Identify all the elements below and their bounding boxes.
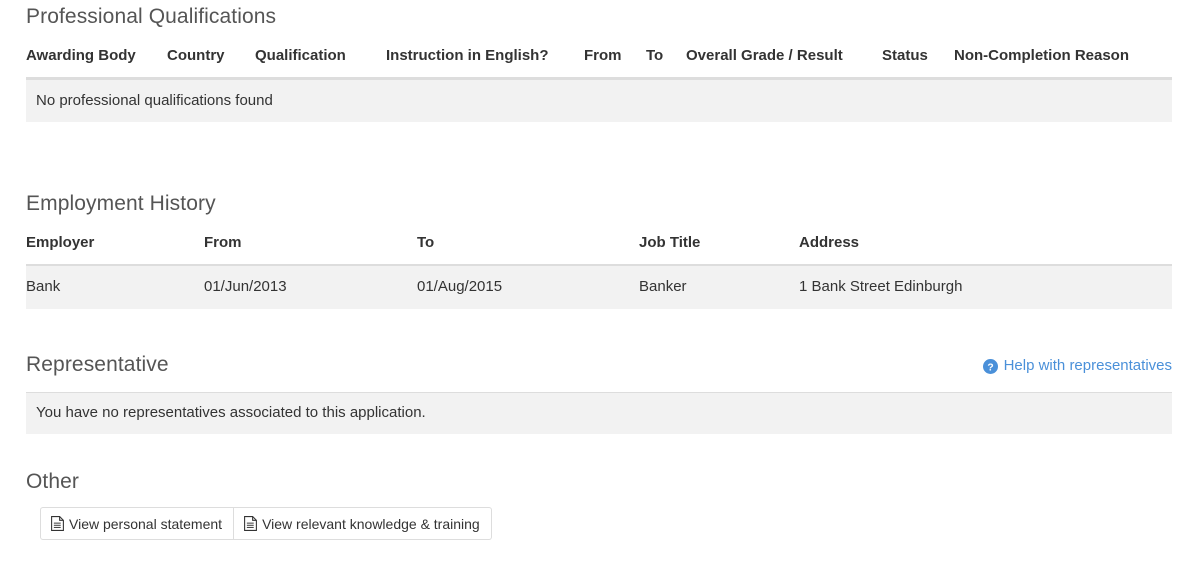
- cell-to: 01/Aug/2015: [417, 264, 639, 309]
- column-header-job-title: Job Title: [639, 231, 799, 267]
- cell-employer: Bank: [26, 264, 204, 309]
- file-text-icon: [51, 516, 64, 531]
- column-header-from: From: [584, 44, 646, 80]
- professional-qualifications-section: Awarding Body Country Qualification Inst…: [26, 44, 1172, 123]
- table-header: Employer From To Job Title Address: [26, 231, 1172, 267]
- cell-job-title: Banker: [639, 264, 799, 309]
- column-header-overall-grade-result: Overall Grade / Result: [686, 44, 882, 80]
- cell-address: 1 Bank Street Edinburgh: [799, 264, 1172, 309]
- column-header-awarding-body: Awarding Body: [26, 44, 167, 80]
- representative-empty-message: You have no representatives associated t…: [26, 392, 1172, 434]
- representative-section: You have no representatives associated t…: [26, 392, 1172, 434]
- svg-text:?: ?: [987, 363, 993, 374]
- column-header-employer: Employer: [26, 231, 204, 267]
- other-heading-block: Other: [26, 470, 79, 493]
- column-header-status: Status: [882, 44, 954, 80]
- page-root: Professional Qualifications Awarding Bod…: [0, 0, 1200, 567]
- employment-history-section: Employer From To Job Title Address Bank …: [26, 231, 1172, 309]
- professional-qualifications-heading-block: Professional Qualifications: [26, 5, 276, 28]
- column-header-to: To: [646, 44, 686, 80]
- other-heading: Other: [26, 470, 80, 493]
- view-personal-statement-label: View personal statement: [69, 515, 223, 532]
- column-header-instruction-in-english: Instruction in English?: [386, 44, 584, 80]
- question-circle-icon: ?: [982, 359, 998, 375]
- employment-history-heading: Employment History: [26, 192, 216, 215]
- column-header-country: Country: [167, 44, 255, 80]
- view-personal-statement-button[interactable]: View personal statement: [40, 507, 235, 540]
- file-text-icon: [244, 516, 257, 531]
- table-row: Bank 01/Jun/2013 01/Aug/2015 Banker 1 Ba…: [26, 264, 1172, 309]
- column-header-to: To: [417, 231, 639, 267]
- column-header-from: From: [204, 231, 417, 267]
- table-header: Awarding Body Country Qualification Inst…: [26, 44, 1172, 80]
- table-header-row: Employer From To Job Title Address: [26, 231, 1172, 267]
- column-header-qualification: Qualification: [255, 44, 386, 80]
- table-body: Bank 01/Jun/2013 01/Aug/2015 Banker 1 Ba…: [26, 264, 1172, 309]
- column-header-address: Address: [799, 231, 1172, 267]
- other-section: View personal statement View relevant kn…: [40, 507, 492, 540]
- other-button-group: View personal statement View relevant kn…: [40, 507, 492, 540]
- column-header-non-completion-reason: Non-Completion Reason: [954, 44, 1172, 80]
- employment-history-table: Employer From To Job Title Address Bank …: [26, 231, 1172, 309]
- representative-heading: Representative: [26, 353, 169, 376]
- view-relevant-knowledge-training-button[interactable]: View relevant knowledge & training: [234, 507, 492, 540]
- table-header-row: Awarding Body Country Qualification Inst…: [26, 44, 1172, 80]
- view-relevant-knowledge-training-label: View relevant knowledge & training: [262, 515, 480, 532]
- professional-qualifications-empty-message: No professional qualifications found: [26, 79, 1172, 123]
- representative-heading-block: Representative ? Help with representativ…: [26, 353, 1172, 376]
- professional-qualifications-table: Awarding Body Country Qualification Inst…: [26, 44, 1172, 80]
- professional-qualifications-heading: Professional Qualifications: [26, 5, 277, 28]
- help-with-representatives-link[interactable]: ? Help with representatives: [982, 357, 1172, 376]
- employment-history-heading-block: Employment History: [26, 192, 216, 215]
- help-with-representatives-label: Help with representatives: [1003, 357, 1172, 375]
- cell-from: 01/Jun/2013: [204, 264, 417, 309]
